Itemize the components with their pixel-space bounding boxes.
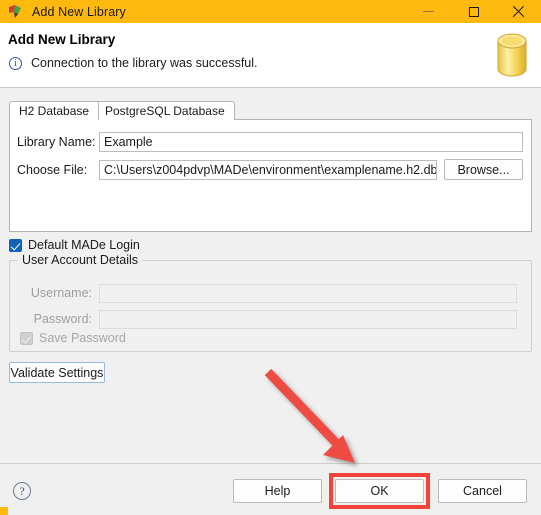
username-label: Username: (30, 286, 92, 300)
password-input (99, 309, 517, 329)
checkbox-checked-icon (9, 238, 22, 252)
tab-label: H2 Database (19, 104, 90, 118)
checkbox-checked-disabled-icon (20, 331, 33, 345)
choose-file-input[interactable]: C:\Users\z004pdvp\MADe\environment\examp… (99, 159, 437, 180)
cancel-button[interactable]: Cancel (438, 479, 527, 503)
minimize-icon (423, 11, 434, 12)
library-name-input[interactable]: Example (99, 131, 523, 152)
password-row: Password: (18, 309, 517, 329)
tab-label: PostgreSQL Database (105, 104, 225, 118)
browse-button[interactable]: Browse... (444, 159, 523, 180)
add-new-library-dialog: Add New Library Add New Library i Connec… (0, 0, 541, 515)
maximize-button[interactable] (451, 0, 496, 23)
library-name-label: Library Name: (17, 134, 96, 149)
validate-settings-button[interactable]: Validate Settings (9, 362, 105, 383)
help-circle-icon[interactable]: ? (13, 482, 31, 500)
maximize-icon (468, 6, 479, 17)
help-button[interactable]: Help (233, 479, 322, 503)
window-border-corner (0, 507, 8, 515)
tab-h2-database[interactable]: H2 Database (9, 101, 100, 120)
database-cylinder-icon (494, 31, 530, 79)
default-made-login-label: Default MADe Login (28, 238, 140, 252)
dialog-header: Add New Library i Connection to the libr… (0, 23, 541, 88)
database-type-tabfolder: H2 Database PostgreSQL Database Library … (9, 101, 532, 232)
user-account-details-group: User Account Details Username: Password:… (9, 253, 532, 352)
ok-button[interactable]: OK (335, 479, 424, 503)
status-message: Connection to the library was successful… (31, 56, 258, 70)
password-label: Password: (33, 312, 92, 326)
library-name-row: Library Name: Example (17, 131, 523, 152)
username-row: Username: (18, 283, 517, 303)
window-title: Add New Library (32, 4, 126, 19)
choose-file-row: Choose File: C:\Users\z004pdvp\MADe\envi… (17, 159, 523, 180)
footer-separator (0, 463, 541, 464)
choose-file-label: Choose File: (17, 162, 88, 177)
tab-panel-h2-database: Library Name: Example Choose File: C:\Us… (9, 119, 532, 232)
made-leaf-icon (6, 4, 24, 20)
close-icon (512, 5, 525, 18)
username-input (99, 283, 517, 303)
save-password-checkbox: Save Password (20, 331, 126, 345)
status-message-row: i Connection to the library was successf… (9, 56, 258, 70)
minimize-button[interactable] (406, 0, 451, 23)
default-made-login-checkbox[interactable]: Default MADe Login (9, 238, 140, 252)
page-title: Add New Library (8, 32, 116, 47)
save-password-label: Save Password (39, 331, 126, 345)
window-titlebar[interactable]: Add New Library (0, 0, 541, 23)
info-icon: i (9, 56, 22, 70)
window-controls (406, 0, 541, 23)
tabstrip: H2 Database PostgreSQL Database (9, 101, 532, 120)
tab-postgresql-database[interactable]: PostgreSQL Database (95, 101, 235, 120)
user-account-details-label: User Account Details (18, 253, 143, 267)
close-button[interactable] (496, 0, 541, 23)
